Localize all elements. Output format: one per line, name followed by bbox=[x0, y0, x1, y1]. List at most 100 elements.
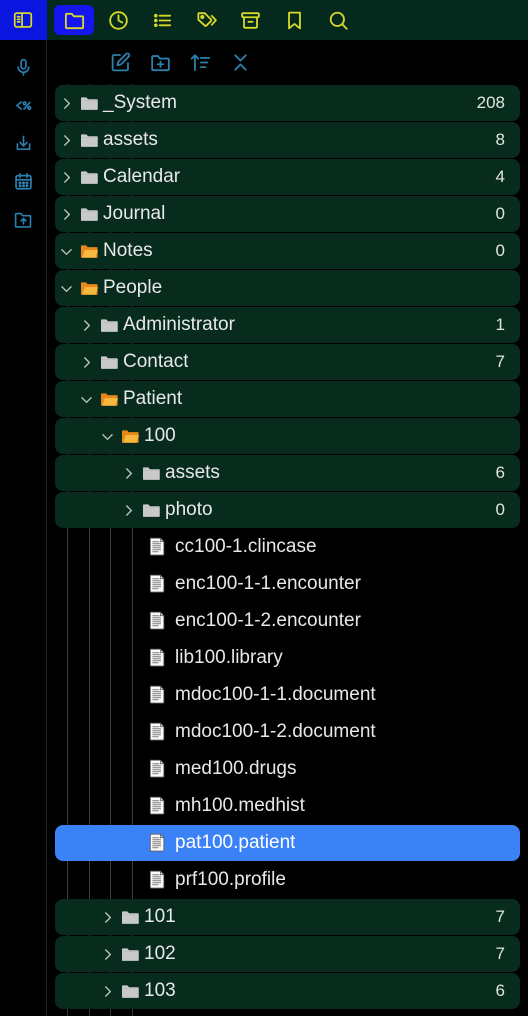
chevron-right-icon[interactable] bbox=[75, 317, 97, 334]
tree-item-Notes[interactable]: Notes 0 bbox=[55, 233, 520, 269]
tab-tags[interactable] bbox=[186, 5, 226, 35]
chevron-down-icon[interactable] bbox=[55, 280, 77, 297]
file-icon bbox=[145, 611, 169, 631]
tree-item-mh100.medhist[interactable]: mh100.medhist bbox=[55, 788, 520, 824]
tree-item-enc100-1-1.encounter[interactable]: enc100-1-1.encounter bbox=[55, 566, 520, 602]
tree-item-label: mh100.medhist bbox=[175, 795, 305, 816]
tree-item-label: 103 bbox=[144, 980, 176, 1001]
tree-item-label: prf100.profile bbox=[175, 869, 286, 890]
tree-item-count: 0 bbox=[495, 204, 505, 223]
chevron-right-icon[interactable] bbox=[117, 465, 139, 482]
tree-item-Contact[interactable]: Contact 7 bbox=[55, 344, 520, 380]
tree-item-assets[interactable]: assets 8 bbox=[55, 122, 520, 158]
tree-item-Administrator[interactable]: Administrator 1 bbox=[55, 307, 520, 343]
tree-item-label: photo bbox=[165, 499, 213, 520]
file-icon bbox=[145, 648, 169, 668]
tree-item-count: 0 bbox=[495, 500, 505, 519]
file-explorer-panel: _System 208 assets 8 Calendar 4 Journal 0 Notes 0… bbox=[0, 0, 528, 1016]
microphone-icon[interactable] bbox=[0, 48, 47, 86]
tree-item-label: Notes bbox=[103, 240, 153, 261]
tree-item-cc100-1.clincase[interactable]: cc100-1.clincase bbox=[55, 529, 520, 565]
tab-archive[interactable] bbox=[230, 5, 270, 35]
sort-button[interactable] bbox=[187, 49, 213, 75]
left-icon-rail bbox=[0, 0, 47, 1016]
chevron-right-icon[interactable] bbox=[96, 946, 118, 963]
tree-item-label: People bbox=[103, 277, 163, 298]
tree-item-label: mdoc100-1-2.document bbox=[175, 721, 376, 742]
collapse-all-button[interactable] bbox=[227, 49, 253, 75]
folder-closed-icon bbox=[118, 944, 142, 964]
chevron-right-icon[interactable] bbox=[55, 95, 77, 112]
tree-item-prf100.profile[interactable]: prf100.profile bbox=[55, 862, 520, 898]
chevron-right-icon[interactable] bbox=[96, 909, 118, 926]
tree-item-100[interactable]: 100 bbox=[55, 418, 520, 454]
folder-open-icon bbox=[77, 241, 101, 261]
tree-item-_System[interactable]: _System 208 bbox=[55, 85, 520, 121]
tree-item-Calendar[interactable]: Calendar 4 bbox=[55, 159, 520, 195]
chevron-right-icon[interactable] bbox=[117, 502, 139, 519]
file-tree-rows: _System 208 assets 8 Calendar 4 Journal 0 Notes 0… bbox=[47, 85, 528, 1009]
tab-files[interactable] bbox=[54, 5, 94, 35]
tree-item-100-assets[interactable]: assets 6 bbox=[55, 455, 520, 491]
tree-item-101[interactable]: 101 7 bbox=[55, 899, 520, 935]
tab-outline[interactable] bbox=[142, 5, 182, 35]
tree-item-label: Calendar bbox=[103, 166, 181, 187]
tree-item-Patient[interactable]: Patient bbox=[55, 381, 520, 417]
file-icon bbox=[145, 833, 169, 853]
chevron-down-icon[interactable] bbox=[75, 391, 97, 408]
sidebar-toggle-icon[interactable] bbox=[0, 0, 47, 40]
tree-item-count: 4 bbox=[495, 167, 505, 186]
tab-bookmarks[interactable] bbox=[274, 5, 314, 35]
chevron-right-icon[interactable] bbox=[55, 169, 77, 186]
tree-item-Journal[interactable]: Journal 0 bbox=[55, 196, 520, 232]
tree-item-pat100.patient[interactable]: pat100.patient bbox=[55, 825, 520, 861]
tree-item-lib100.library[interactable]: lib100.library bbox=[55, 640, 520, 676]
tree-item-mdoc100-1-1.document[interactable]: mdoc100-1-1.document bbox=[55, 677, 520, 713]
tree-item-count: 8 bbox=[495, 130, 505, 149]
tab-search[interactable] bbox=[318, 5, 358, 35]
file-icon bbox=[145, 685, 169, 705]
new-note-button[interactable] bbox=[107, 49, 133, 75]
tree-item-label: _System bbox=[103, 92, 177, 113]
tree-item-People[interactable]: People bbox=[55, 270, 520, 306]
tree-item-label: 100 bbox=[144, 425, 176, 446]
folder-closed-icon bbox=[97, 352, 121, 372]
tree-item-med100.drugs[interactable]: med100.drugs bbox=[55, 751, 520, 787]
new-folder-button[interactable] bbox=[147, 49, 173, 75]
template-icon[interactable] bbox=[0, 86, 47, 124]
tree-item-label: lib100.library bbox=[175, 647, 283, 668]
folder-closed-icon bbox=[118, 907, 142, 927]
tree-item-count: 6 bbox=[495, 463, 505, 482]
file-icon bbox=[145, 759, 169, 779]
folder-closed-icon bbox=[77, 93, 101, 113]
tree-item-enc100-1-2.encounter[interactable]: enc100-1-2.encounter bbox=[55, 603, 520, 639]
tree-item-mdoc100-1-2.document[interactable]: mdoc100-1-2.document bbox=[55, 714, 520, 750]
folder-open-icon bbox=[97, 389, 121, 409]
chevron-right-icon[interactable] bbox=[55, 206, 77, 223]
tree-item-label: enc100-1-2.encounter bbox=[175, 610, 361, 631]
tree-item-count: 7 bbox=[495, 907, 505, 926]
tree-item-103[interactable]: 103 6 bbox=[55, 973, 520, 1009]
folder-open-icon bbox=[77, 278, 101, 298]
download-icon[interactable] bbox=[0, 124, 47, 162]
tree-item-100-photo[interactable]: photo 0 bbox=[55, 492, 520, 528]
folder-upload-icon[interactable] bbox=[0, 200, 47, 238]
file-icon bbox=[145, 537, 169, 557]
chevron-down-icon[interactable] bbox=[55, 243, 77, 260]
tree-item-102[interactable]: 102 7 bbox=[55, 936, 520, 972]
tree-item-count: 7 bbox=[495, 944, 505, 963]
tab-recent[interactable] bbox=[98, 5, 138, 35]
tree-item-label: 101 bbox=[144, 906, 176, 927]
folder-closed-icon bbox=[77, 130, 101, 150]
chevron-right-icon[interactable] bbox=[96, 983, 118, 1000]
chevron-right-icon[interactable] bbox=[75, 354, 97, 371]
tree-item-label: cc100-1.clincase bbox=[175, 536, 317, 557]
calendar-icon[interactable] bbox=[0, 162, 47, 200]
tree-item-count: 0 bbox=[495, 241, 505, 260]
chevron-right-icon[interactable] bbox=[55, 132, 77, 149]
tree-item-label: Administrator bbox=[123, 314, 235, 335]
file-tree[interactable]: _System 208 assets 8 Calendar 4 Journal 0 Notes 0… bbox=[47, 84, 528, 1016]
explorer-toolbar bbox=[47, 40, 528, 84]
chevron-down-icon[interactable] bbox=[96, 428, 118, 445]
tree-item-label: 102 bbox=[144, 943, 176, 964]
